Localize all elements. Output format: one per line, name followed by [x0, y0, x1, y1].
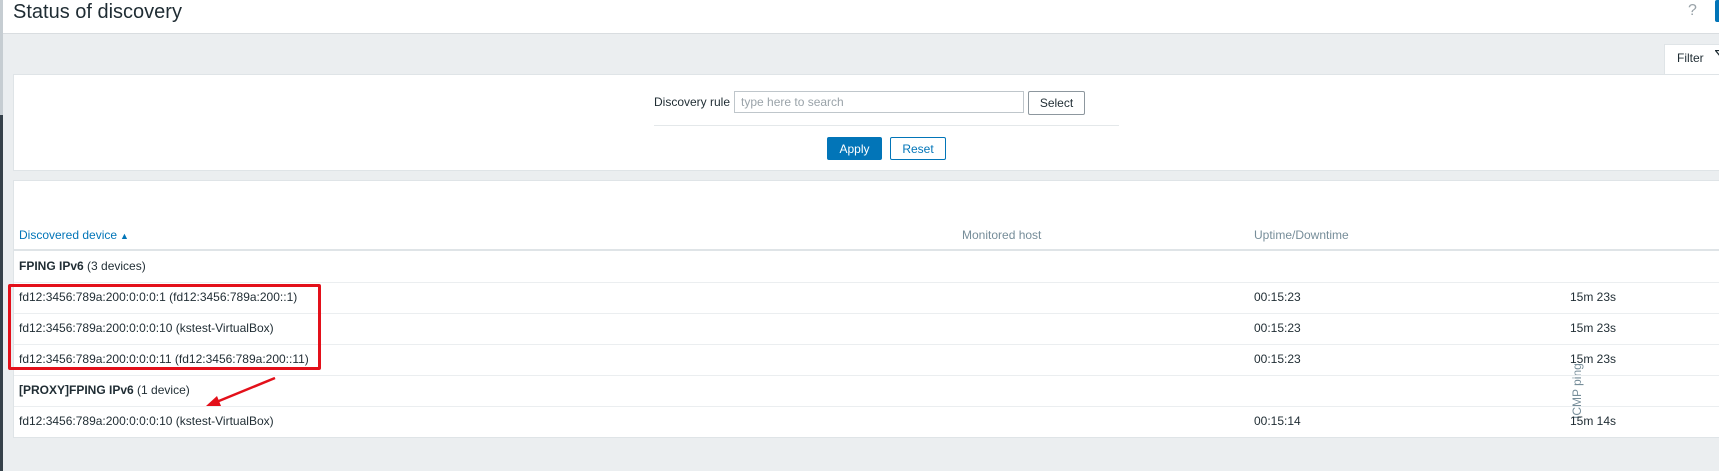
group-label: FPING IPv6 (3 devices)	[19, 259, 146, 273]
discovery-rule-label: Discovery rule	[654, 95, 731, 109]
uptime-cell: 00:15:23	[1254, 352, 1301, 366]
apply-button[interactable]: Apply	[827, 137, 882, 160]
group-count: (3 devices)	[87, 259, 146, 273]
uptime-cell: 00:15:23	[1254, 321, 1301, 335]
column-header-discovered-device-label: Discovered device	[19, 228, 118, 242]
sidebar-edge	[0, 115, 3, 471]
page-header: Status of discovery ?	[3, 0, 1719, 34]
column-header-monitored-host: Monitored host	[962, 228, 1042, 242]
icmp-ping-cell: 15m 23s	[1570, 290, 1617, 304]
filter-divider	[654, 125, 1119, 126]
group-label: [PROXY]FPING IPv6 (1 device)	[19, 383, 190, 397]
reset-button[interactable]: Reset	[890, 137, 946, 160]
group-name: [PROXY]FPING IPv6	[19, 383, 134, 397]
page-title: Status of discovery	[13, 1, 182, 23]
filter-icon	[1714, 49, 1719, 66]
annotation-highlight-box	[8, 284, 321, 370]
annotation-arrow-icon	[206, 376, 276, 406]
icmp-ping-cell: 15m 14s	[1570, 414, 1617, 428]
uptime-cell: 00:15:14	[1254, 414, 1301, 428]
filter-panel: Discovery rule Select Apply Reset	[13, 74, 1719, 171]
discovery-rule-search-input[interactable]	[734, 91, 1024, 113]
icmp-ping-cell: 15m 23s	[1570, 352, 1617, 366]
device-cell: fd12:3456:789a:200:0:0:0:10 (kstest-Virt…	[19, 414, 274, 428]
group-count: (1 device)	[137, 383, 190, 397]
select-button[interactable]: Select	[1028, 91, 1085, 115]
group-row-fping-ipv6: FPING IPv6 (3 devices)	[14, 251, 1719, 283]
header-action-button-edge[interactable]	[1715, 0, 1719, 22]
group-name: FPING IPv6	[19, 259, 84, 273]
uptime-cell: 00:15:23	[1254, 290, 1301, 304]
help-icon[interactable]: ?	[1688, 2, 1697, 20]
column-header-uptime-downtime: Uptime/Downtime	[1254, 228, 1349, 242]
column-header-discovered-device[interactable]: Discovered device ▲	[19, 228, 129, 243]
tab-filter[interactable]: Filter	[1664, 44, 1719, 75]
sort-ascending-icon: ▲	[120, 231, 129, 241]
tab-filter-label: Filter	[1677, 51, 1704, 65]
icmp-ping-cell: 15m 23s	[1570, 321, 1617, 335]
